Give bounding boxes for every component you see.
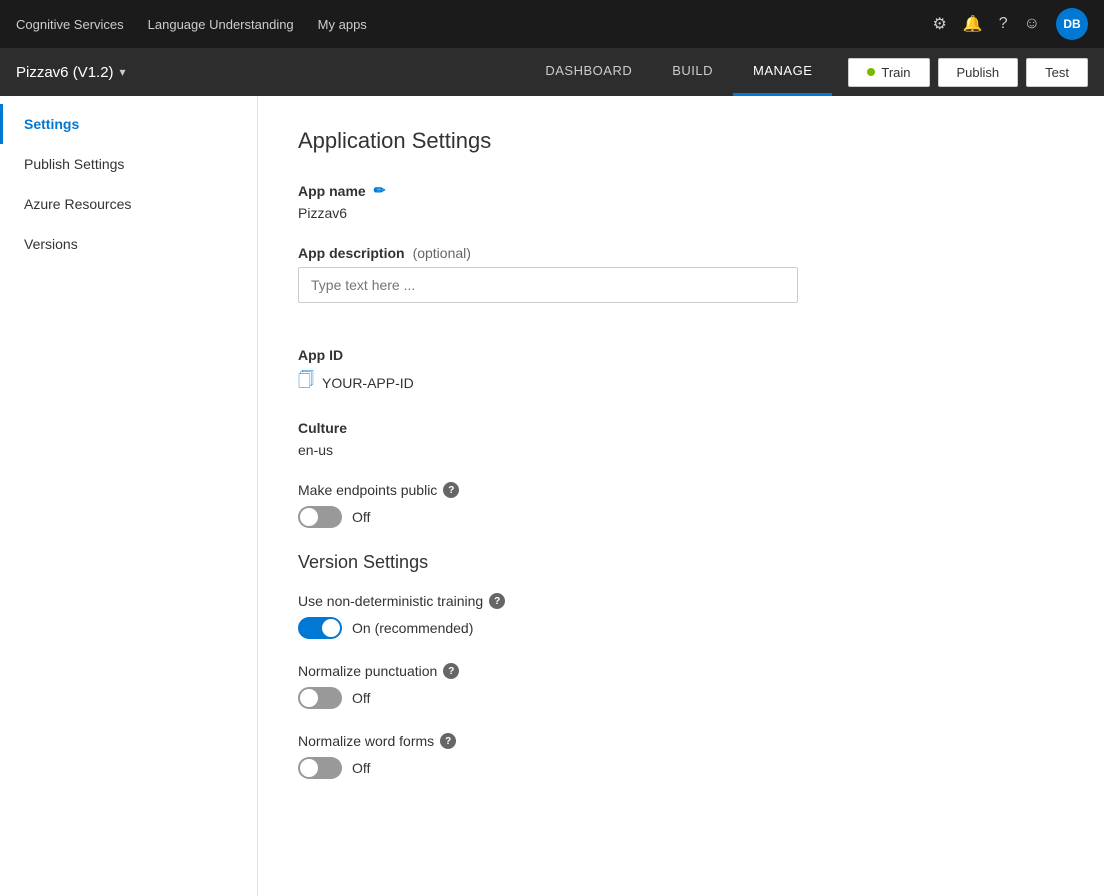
tab-dashboard[interactable]: DASHBOARD: [525, 48, 652, 96]
normalize-word-forms-label: Normalize word forms ?: [298, 733, 1064, 749]
publish-button[interactable]: Publish: [938, 58, 1019, 87]
norm-word-slider: [298, 757, 342, 779]
chevron-down-icon: ▾: [120, 65, 126, 79]
make-endpoints-help-icon[interactable]: ?: [443, 482, 459, 498]
app-description-input[interactable]: [298, 267, 798, 303]
norm-punc-toggle[interactable]: [298, 687, 342, 709]
make-endpoints-control: Off: [298, 506, 1064, 528]
train-label: Train: [881, 65, 910, 80]
culture-value: en-us: [298, 442, 1064, 458]
help-icon[interactable]: ?: [999, 15, 1008, 33]
norm-word-help-icon[interactable]: ?: [440, 733, 456, 749]
norm-punc-slider: [298, 687, 342, 709]
non-det-control: On (recommended): [298, 617, 1064, 639]
normalize-punctuation-toggle-row: Normalize punctuation ? Off: [298, 663, 1064, 709]
user-avatar[interactable]: DB: [1056, 8, 1088, 40]
non-deterministic-toggle-row: Use non-deterministic training ? On (rec…: [298, 593, 1064, 639]
app-name-value: Pizzav6: [298, 205, 1064, 221]
app-id-value: YOUR-APP-ID: [322, 375, 414, 391]
make-endpoints-slider: [298, 506, 342, 528]
top-nav-right: ⚙ 🔔 ? ☺ DB: [932, 8, 1088, 40]
bell-icon[interactable]: 🔔: [963, 14, 983, 34]
sidebar-item-publish-settings[interactable]: Publish Settings: [0, 144, 257, 184]
app-description-label: App description (optional): [298, 245, 1064, 261]
non-det-help-icon[interactable]: ?: [489, 593, 505, 609]
app-navigation: Pizzav6 (V1.2) ▾ DASHBOARD BUILD MANAGE …: [0, 48, 1104, 96]
norm-punc-control: Off: [298, 687, 1064, 709]
train-button[interactable]: Train: [848, 58, 929, 87]
sidebar-item-azure-resources[interactable]: Azure Resources: [0, 184, 257, 224]
sidebar: Settings Publish Settings Azure Resource…: [0, 96, 258, 896]
app-title-text: Pizzav6 (V1.2): [16, 64, 114, 81]
settings-icon[interactable]: ⚙: [932, 14, 946, 34]
top-navigation: Cognitive Services Language Understandin…: [0, 0, 1104, 48]
tab-manage[interactable]: MANAGE: [733, 48, 832, 96]
copy-icon[interactable]: 🗍: [298, 369, 314, 396]
tab-build[interactable]: BUILD: [652, 48, 733, 96]
make-endpoints-label: Make endpoints public ?: [298, 482, 1064, 498]
app-id-label: App ID: [298, 347, 1064, 363]
train-status-dot: [867, 68, 875, 76]
non-det-knob: [322, 619, 340, 637]
non-deterministic-label: Use non-deterministic training ?: [298, 593, 1064, 609]
app-id-section: App ID 🗍 YOUR-APP-ID: [298, 347, 1064, 396]
norm-punc-state: Off: [352, 690, 370, 706]
page-title: Application Settings: [298, 128, 1064, 154]
app-name-label: App name ✏: [298, 182, 1064, 199]
test-button[interactable]: Test: [1026, 58, 1088, 87]
nav-actions: Train Publish Test: [848, 58, 1088, 87]
app-description-section: App description (optional): [298, 245, 1064, 323]
version-settings-title: Version Settings: [298, 552, 1064, 573]
norm-word-knob: [300, 759, 318, 777]
main-content: Application Settings App name ✏ Pizzav6 …: [258, 96, 1104, 896]
normalize-punctuation-label: Normalize punctuation ?: [298, 663, 1064, 679]
norm-punc-help-icon[interactable]: ?: [443, 663, 459, 679]
non-det-toggle[interactable]: [298, 617, 342, 639]
culture-label: Culture: [298, 420, 1064, 436]
norm-word-control: Off: [298, 757, 1064, 779]
brand-label[interactable]: Cognitive Services: [16, 17, 124, 32]
make-endpoints-toggle-row: Make endpoints public ? Off: [298, 482, 1064, 528]
non-det-slider: [298, 617, 342, 639]
smiley-icon[interactable]: ☺: [1024, 15, 1040, 33]
norm-punc-knob: [300, 689, 318, 707]
sidebar-item-versions[interactable]: Versions: [0, 224, 257, 264]
make-endpoints-knob: [300, 508, 318, 526]
norm-word-toggle[interactable]: [298, 757, 342, 779]
culture-section: Culture en-us: [298, 420, 1064, 458]
language-understanding-link[interactable]: Language Understanding: [148, 17, 294, 32]
nav-tabs: DASHBOARD BUILD MANAGE: [525, 48, 832, 96]
my-apps-link[interactable]: My apps: [318, 17, 367, 32]
sidebar-item-settings[interactable]: Settings: [0, 104, 257, 144]
make-endpoints-state: Off: [352, 509, 370, 525]
app-name-section: App name ✏ Pizzav6: [298, 182, 1064, 221]
normalize-word-forms-toggle-row: Normalize word forms ? Off: [298, 733, 1064, 779]
edit-app-name-icon[interactable]: ✏: [374, 182, 386, 199]
app-desc-optional: (optional): [413, 245, 471, 261]
app-title[interactable]: Pizzav6 (V1.2) ▾: [16, 64, 126, 81]
non-det-state: On (recommended): [352, 620, 473, 636]
main-layout: Settings Publish Settings Azure Resource…: [0, 96, 1104, 896]
make-endpoints-toggle[interactable]: [298, 506, 342, 528]
app-id-row: 🗍 YOUR-APP-ID: [298, 369, 1064, 396]
norm-word-state: Off: [352, 760, 370, 776]
